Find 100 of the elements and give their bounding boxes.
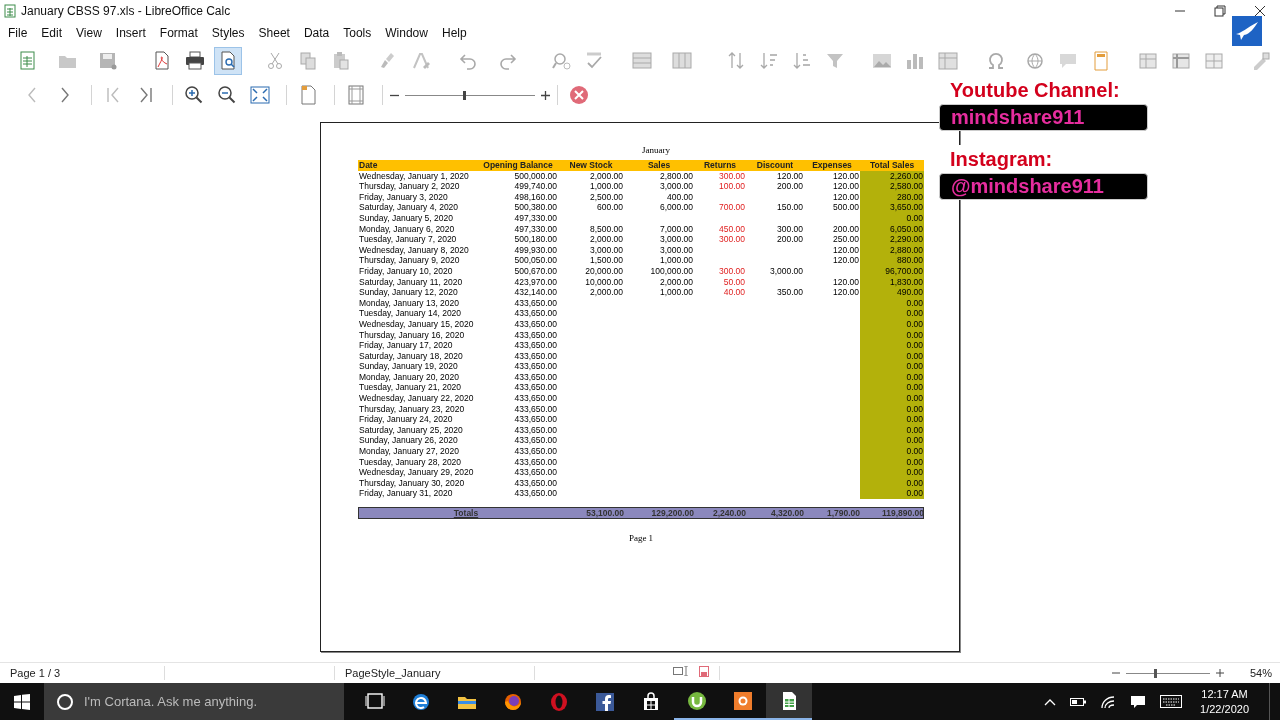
zoom-out-icon[interactable] [217,85,237,105]
pivot-table-icon[interactable] [938,51,958,71]
menu-item[interactable]: View [70,24,108,42]
table-cell-text: 8,500.00 [588,223,624,235]
undo-icon[interactable] [458,51,478,71]
menu-item[interactable]: Edit [35,24,69,42]
table-cell-text: 2,000.00 [588,170,624,182]
print-preview-button[interactable] [214,47,242,75]
clock-time[interactable]: 12:17 AM [1201,686,1248,702]
table-cell-text: 600.00 [596,202,624,213]
chart-icon[interactable] [905,51,925,71]
filter-icon[interactable] [825,51,845,71]
sort-ascending-icon[interactable] [759,51,779,71]
paste-icon[interactable] [331,51,351,71]
restore-icon[interactable] [1214,5,1226,17]
menu-item[interactable]: Window [379,24,434,42]
cortana-search-field[interactable]: I'm Cortana. Ask me anything. [44,683,344,720]
window-title: January CBSS 97.xls - LibreOffice Calc [21,4,231,18]
task-view-icon[interactable] [365,691,385,712]
freeze-icon[interactable] [1171,51,1191,71]
menu-item[interactable]: File [2,24,34,42]
torrent-client-icon[interactable] [687,690,707,711]
print-icon[interactable] [185,51,205,71]
sort-descending-icon[interactable] [792,51,812,71]
redo-icon[interactable] [498,51,518,71]
draw-functions-icon[interactable] [1251,51,1271,71]
table-cell-text: Saturday, January 4, 2020 [358,202,460,213]
edge-browser-icon[interactable] [411,691,431,712]
zoom-in-plus-icon[interactable] [541,90,550,100]
chevron-up-icon[interactable] [1044,697,1057,706]
margins-icon[interactable] [346,85,366,105]
spreadsheet-icon[interactable] [18,51,38,71]
column-header: Total Sales [860,160,924,171]
spelling-icon[interactable] [585,51,605,71]
table-cell-text: 150.00 [776,202,804,213]
table-cell-text: 433,650.00 [513,414,558,425]
column-header: Expenses [804,160,860,171]
cut-icon[interactable] [265,51,285,71]
table-cell-text: 433,650.00 [513,382,558,394]
image-icon[interactable] [872,51,892,71]
zoom-percent: 54% [1249,667,1272,679]
keyboard-icon[interactable] [1160,695,1183,708]
page-footer: Page 1 [358,533,924,543]
column-icon[interactable] [672,51,692,71]
table-cell-text: 498,160.00 [513,191,558,203]
globe-link-icon[interactable] [1025,51,1045,71]
zoom-slider[interactable] [405,90,535,100]
close-icon[interactable] [1254,5,1266,17]
table-cell: 0.00 [860,212,924,224]
clear-format-icon[interactable] [411,51,431,71]
wifi-icon[interactable] [1100,694,1117,709]
table-cell-text: 499,740.00 [513,181,558,192]
header-footer-icon[interactable] [1091,51,1111,71]
sort-icon[interactable] [726,51,746,71]
selection-mode-icon[interactable] [673,666,689,676]
windows-start-icon[interactable] [14,693,30,710]
table-cell-text: 300.00 [718,265,746,277]
table-cell-text: 2,000.00 [588,234,624,245]
table-cell-text: Friday, January 24, 2020 [358,414,454,425]
table-cell-text: 433,650.00 [513,308,558,319]
table-cell-text: 433,650.00 [513,361,558,372]
zoom-in-icon[interactable] [184,85,204,105]
zoom-slider[interactable] [1125,668,1210,678]
find-replace-icon[interactable] [552,51,572,71]
facebook-icon[interactable] [595,691,615,712]
print-range-icon[interactable] [1138,51,1158,71]
row-icon[interactable] [632,51,652,71]
table-cell-text: 6,000.00 [658,202,694,213]
table-cell-text: 7,000.00 [658,223,694,235]
table-cell-text: 100,000.00 [649,265,694,277]
menu-item[interactable]: Format [153,24,204,42]
menu-item[interactable]: Styles [205,24,251,42]
full-screen-icon[interactable] [250,85,270,105]
pdf-export-icon[interactable] [152,51,172,71]
menu-item[interactable]: Tools [337,24,378,42]
store-bag-icon[interactable] [641,691,661,712]
table-cell: 0.00 [860,371,924,383]
table-cell: 0.00 [860,329,924,341]
split-window-icon[interactable] [1204,51,1224,71]
page-format-icon[interactable] [298,85,318,105]
ring-app-icon[interactable] [733,690,753,711]
battery-icon[interactable] [1070,696,1087,707]
menu-item[interactable]: Help [435,24,473,42]
menu-item[interactable]: Insert [109,24,152,42]
notification-icon[interactable] [1130,694,1147,709]
copy-icon[interactable] [298,51,318,71]
clock-date[interactable]: 1/22/2020 [1200,701,1249,717]
close-preview-icon[interactable] [569,85,589,105]
save-icon[interactable] [98,51,118,71]
table-cell-text: Thursday, January 9, 2020 [358,255,461,266]
table-cell-text: 500,670.00 [513,265,558,277]
slider-thumb[interactable] [1154,668,1158,678]
firefox-icon[interactable] [503,691,523,712]
table-cell-text: 10,000.00 [584,276,624,288]
page-indicator: Page 1 / 3 [0,666,165,680]
menu-item[interactable]: Sheet [252,24,296,42]
slider-thumb[interactable] [462,90,466,100]
opera-icon[interactable] [549,691,569,712]
menu-item[interactable]: Data [297,24,336,42]
zoom-in-plus-icon[interactable] [1215,669,1224,677]
